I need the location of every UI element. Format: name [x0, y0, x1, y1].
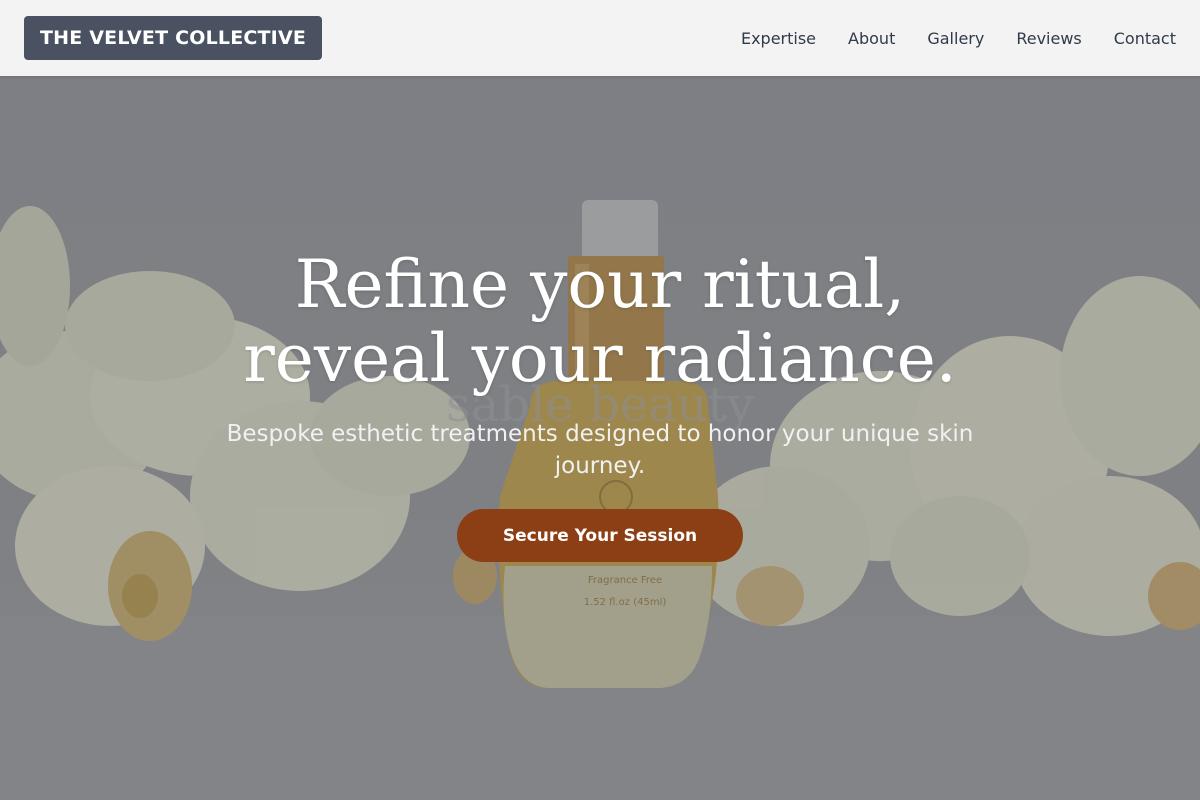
nav-link-expertise[interactable]: Expertise	[741, 29, 816, 48]
main-nav: Expertise About Gallery Reviews Contact	[709, 29, 1176, 48]
brand-logo[interactable]: THE VELVET COLLECTIVE	[24, 16, 323, 60]
hero-subheadline: Bespoke esthetic treatments designed to …	[226, 421, 974, 479]
nav-link-gallery[interactable]: Gallery	[927, 29, 984, 48]
secure-session-button[interactable]: Secure Your Session	[457, 509, 743, 562]
hero-content: Refine your ritual, reveal your radiance…	[0, 76, 1200, 800]
nav-link-contact[interactable]: Contact	[1114, 29, 1176, 48]
nav-link-reviews[interactable]: Reviews	[1016, 29, 1081, 48]
nav-link-about[interactable]: About	[848, 29, 895, 48]
site-header: THE VELVET COLLECTIVE Expertise About Ga…	[0, 0, 1200, 76]
hero-section: Fragrance Free 1.52 fl.oz (45ml) sable b…	[0, 76, 1200, 800]
hero-headline: Refine your ritual, reveal your radiance…	[243, 246, 957, 397]
